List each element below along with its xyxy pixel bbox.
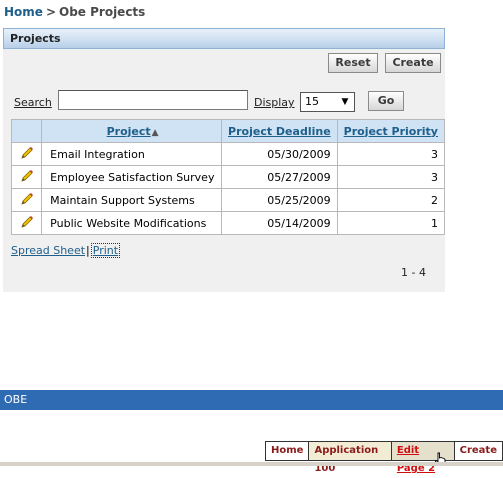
dev-home-link[interactable]: Home bbox=[265, 441, 310, 461]
project-priority-cell: 3 bbox=[336, 165, 446, 189]
sort-ascending-icon: ▲ bbox=[151, 127, 159, 138]
search-input[interactable] bbox=[58, 90, 248, 110]
print-link[interactable]: Print bbox=[90, 243, 121, 258]
project-name-cell: Maintain Support Systems bbox=[41, 188, 223, 212]
breadcrumb-home-link[interactable]: Home bbox=[4, 5, 43, 19]
region-title: Projects bbox=[3, 28, 445, 49]
project-deadline-cell: 05/14/2009 bbox=[221, 211, 338, 235]
edit-pencil-icon[interactable] bbox=[10, 142, 43, 166]
table-row: Public Website Modifications 05/14/2009 … bbox=[10, 211, 446, 235]
edit-pencil-icon[interactable] bbox=[10, 211, 43, 235]
display-select-value: 15 bbox=[305, 95, 319, 108]
dev-create-link[interactable]: Create bbox=[454, 441, 503, 461]
table-row: Employee Satisfaction Survey 05/27/2009 … bbox=[10, 165, 446, 189]
pagination-range: 1 - 4 bbox=[401, 266, 426, 279]
project-name-cell: Public Website Modifications bbox=[41, 211, 223, 235]
project-priority-cell: 2 bbox=[336, 188, 446, 212]
download-links: Spread Sheet| Print bbox=[11, 243, 121, 258]
spreadsheet-link[interactable]: Spread Sheet bbox=[11, 244, 85, 257]
search-label: Search bbox=[14, 96, 52, 109]
project-name-cell: Employee Satisfaction Survey bbox=[41, 165, 223, 189]
project-deadline-cell: 05/25/2009 bbox=[221, 188, 338, 212]
project-priority-cell: 3 bbox=[336, 142, 446, 166]
dev-application-link[interactable]: Application 100 bbox=[309, 441, 392, 474]
breadcrumb-current: Obe Projects bbox=[59, 5, 146, 19]
column-header-deadline[interactable]: Project Deadline bbox=[221, 119, 338, 143]
edit-column-header bbox=[10, 119, 43, 143]
status-strip bbox=[0, 462, 503, 466]
breadcrumb-separator: > bbox=[45, 5, 56, 19]
display-label: Display bbox=[254, 96, 295, 109]
edit-pencil-icon[interactable] bbox=[10, 188, 43, 212]
project-priority-cell: 1 bbox=[336, 211, 446, 235]
projects-table: Project▲ Project Deadline Project Priori… bbox=[10, 119, 446, 235]
table-row: Maintain Support Systems 05/25/2009 2 bbox=[10, 188, 446, 212]
table-header-row: Project▲ Project Deadline Project Priori… bbox=[10, 119, 446, 143]
project-deadline-cell: 05/27/2009 bbox=[221, 165, 338, 189]
footer-app-bar: OBE bbox=[0, 390, 503, 410]
column-header-project[interactable]: Project▲ bbox=[41, 119, 223, 143]
project-deadline-cell: 05/30/2009 bbox=[221, 142, 338, 166]
reset-button[interactable]: Reset bbox=[328, 53, 378, 73]
links-separator: | bbox=[86, 244, 90, 257]
project-name-cell: Email Integration bbox=[41, 142, 223, 166]
display-select[interactable]: 15 ▼ bbox=[300, 92, 355, 112]
projects-region: Projects Reset Create Search Display 15 … bbox=[3, 28, 446, 292]
table-row: Email Integration 05/30/2009 3 bbox=[10, 142, 446, 166]
breadcrumb: Home > Obe Projects bbox=[4, 5, 145, 19]
go-button[interactable]: Go bbox=[368, 91, 404, 111]
column-header-priority[interactable]: Project Priority bbox=[336, 119, 446, 143]
create-button[interactable]: Create bbox=[385, 53, 441, 73]
chevron-down-icon: ▼ bbox=[338, 94, 352, 110]
edit-pencil-icon[interactable] bbox=[10, 165, 43, 189]
developer-toolbar: Home Application 100 Edit Page 2 Create bbox=[265, 441, 503, 474]
